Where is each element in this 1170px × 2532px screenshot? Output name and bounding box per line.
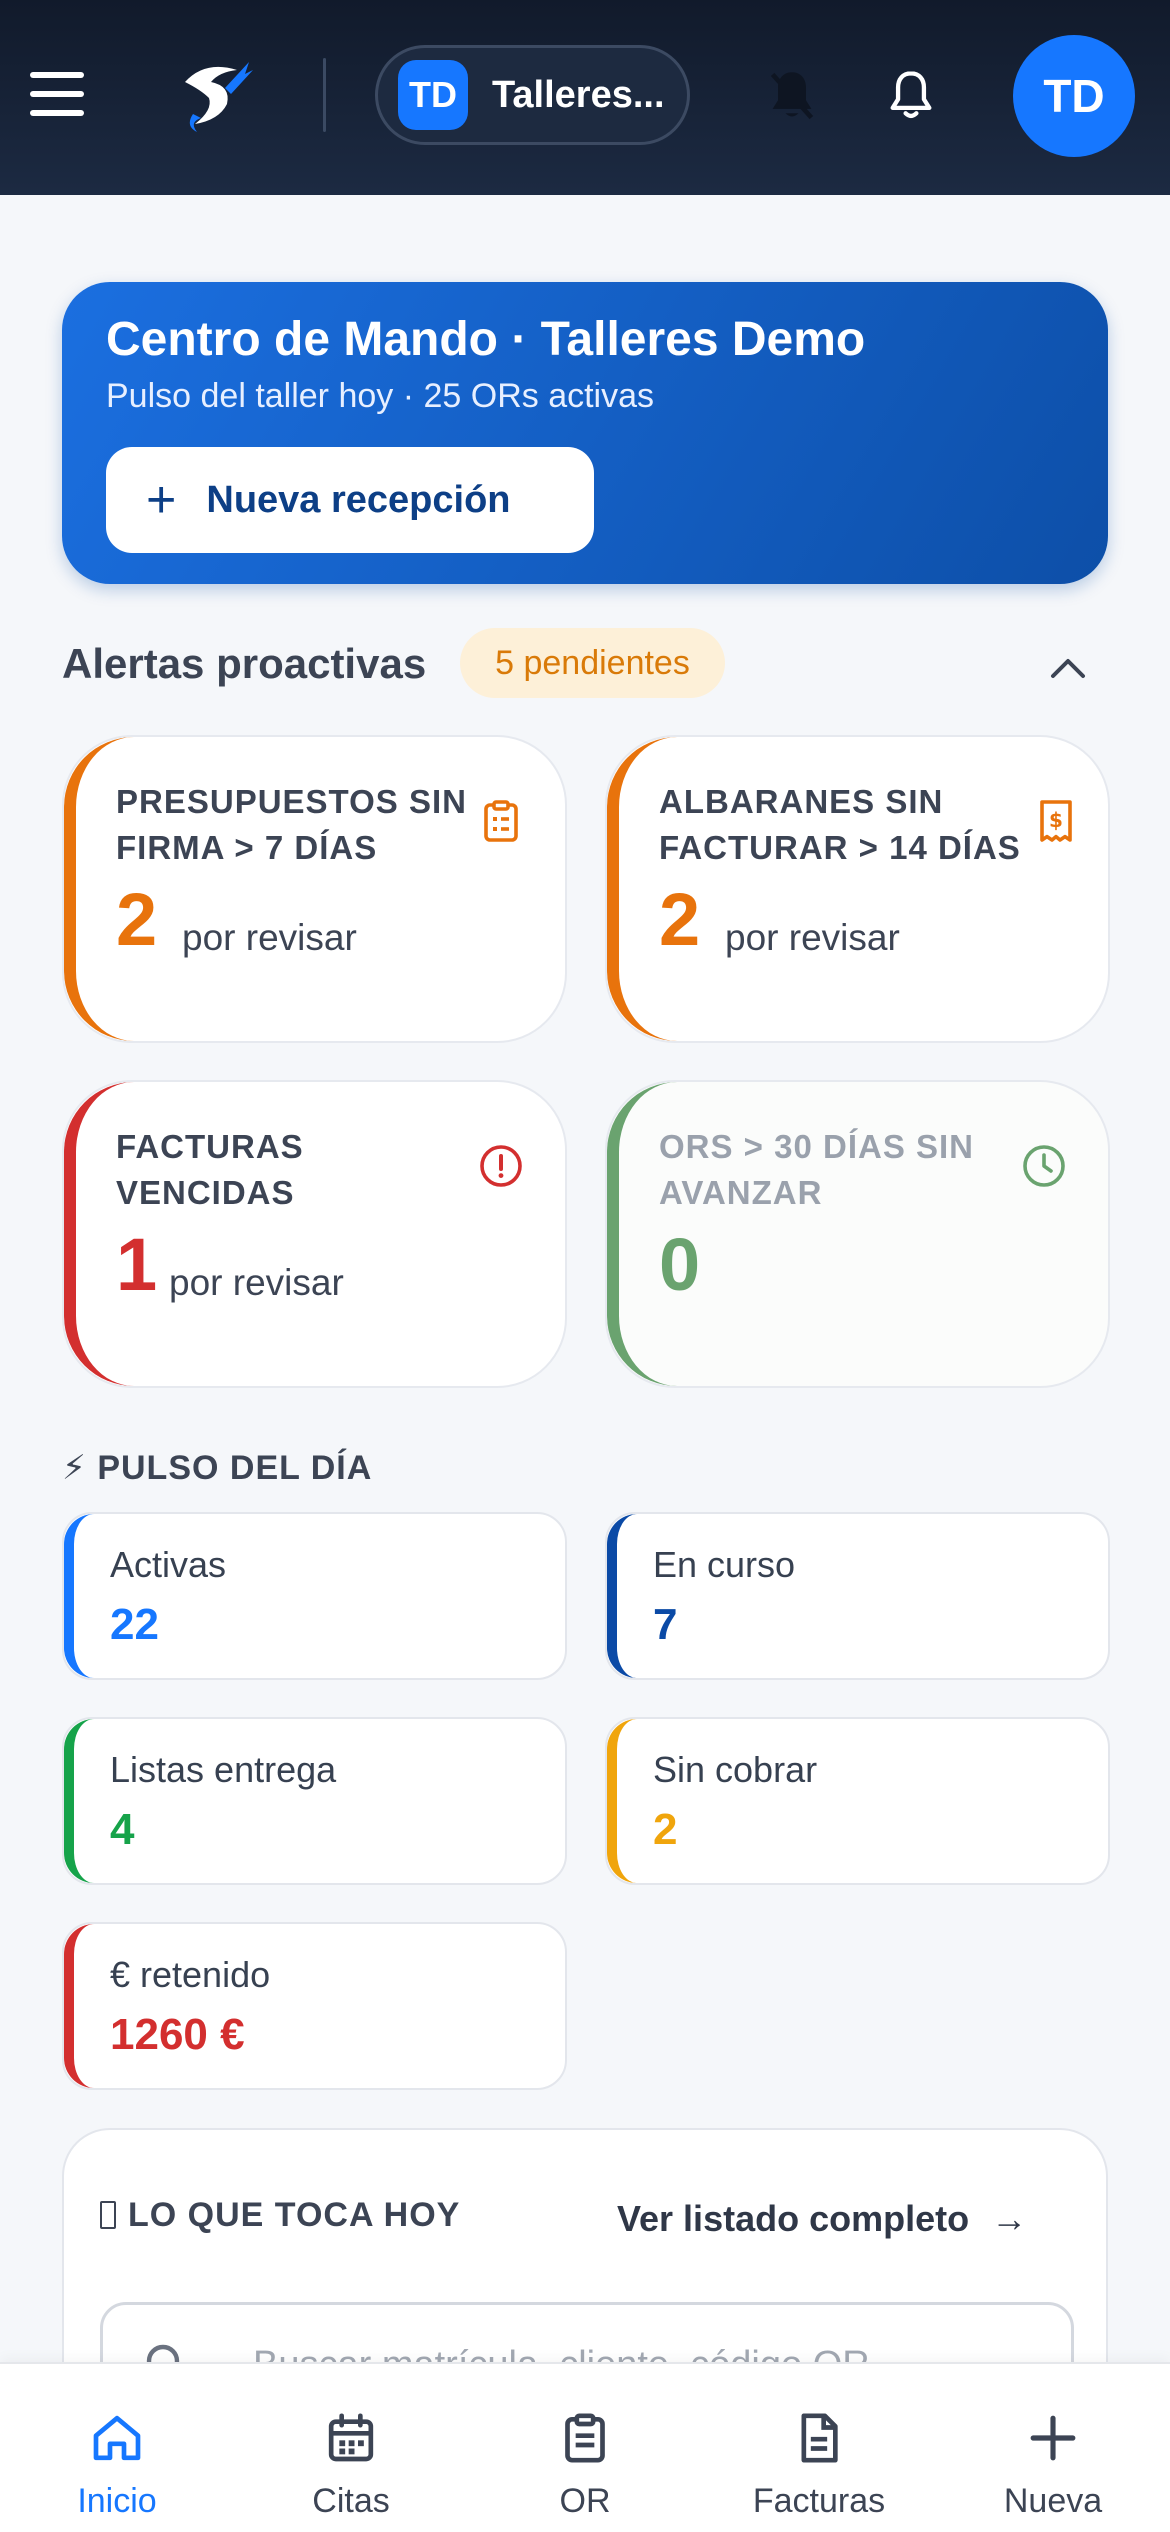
alert-card-stalled-ors[interactable]: ORS > 30 DÍAS SIN AVANZAR 0 <box>605 1080 1110 1388</box>
user-avatar[interactable]: TD <box>1013 35 1135 157</box>
alert-title: FACTURAS VENCIDAS <box>116 1128 304 1211</box>
nav-label: Facturas <box>752 2482 886 2520</box>
alerts-pending-badge: 5 pendientes <box>460 628 725 698</box>
pulse-value: 7 <box>653 1600 678 1649</box>
pulse-label: € retenido <box>110 1954 271 1995</box>
pulse-card-retained[interactable]: € retenido 1260 € <box>62 1922 567 2090</box>
workspace-name: Talleres... <box>492 73 665 116</box>
workspace-badge: TD <box>398 60 468 130</box>
alert-count: 1 <box>116 1223 158 1306</box>
pulse-card-in-progress[interactable]: En curso 7 <box>605 1512 1110 1680</box>
view-full-list-label: Ver listado completo <box>617 2198 970 2239</box>
brand-logo[interactable] <box>175 52 255 136</box>
plus-icon <box>1030 2415 1076 2461</box>
chevron-up-icon[interactable] <box>1045 650 1091 684</box>
bottom-navigation: Inicio Citas OR Facturas Nueva <box>0 2362 1170 2532</box>
pulse-value: 1260 € <box>110 2010 245 2059</box>
svg-text:$: $ <box>1049 808 1063 832</box>
alert-subtext: por revisar <box>182 917 357 958</box>
hero-title: Centro de Mando · Talleres Demo <box>106 313 866 366</box>
header-divider <box>323 58 326 132</box>
arrow-right-icon: → <box>991 2198 1028 2239</box>
alert-subtext: por revisar <box>169 1262 344 1303</box>
checkbox-glyph-icon <box>100 2201 116 2229</box>
workspace-selector[interactable]: TD Talleres... <box>375 45 690 145</box>
pulse-card-active[interactable]: Activas 22 <box>62 1512 567 1680</box>
pulse-card-ready-delivery[interactable]: Listas entrega 4 <box>62 1717 567 1885</box>
clock-icon <box>1023 1145 1065 1187</box>
nav-label: Citas <box>312 2482 390 2520</box>
pulse-value: 4 <box>110 1805 135 1854</box>
pulse-accent <box>64 1514 94 1678</box>
clipboard-icon <box>565 2413 605 2463</box>
today-title: LO QUE TOCA HOY <box>100 2196 460 2235</box>
pulse-section-title: ⚡ PULSO DEL DÍA <box>62 1449 373 1487</box>
pulse-accent <box>607 1514 637 1678</box>
document-icon <box>801 2413 838 2463</box>
today-title-text: LO QUE TOCA HOY <box>128 2196 461 2234</box>
pulse-value: 22 <box>110 1600 159 1649</box>
nav-item-new[interactable]: Nueva <box>936 2364 1170 2532</box>
receipt-icon: $ <box>1040 800 1072 842</box>
nav-item-home[interactable]: Inicio <box>0 2364 234 2532</box>
nav-label: OR <box>559 2482 611 2520</box>
pulse-label: Listas entrega <box>110 1749 337 1790</box>
alert-count: 0 <box>659 1223 701 1306</box>
nav-label: Nueva <box>1003 2482 1103 2520</box>
alert-title: ALBARANES SIN FACTURAR > 14 DÍAS <box>659 783 1021 866</box>
alert-circle-icon <box>480 1145 522 1187</box>
pulse-accent <box>607 1719 637 1883</box>
new-reception-label: Nueva recepción <box>206 478 511 521</box>
nav-item-appointments[interactable]: Citas <box>234 2364 468 2532</box>
pulse-accent <box>64 1924 94 2088</box>
top-bar: TD Talleres... TD <box>0 0 1170 195</box>
new-reception-button[interactable]: + Nueva recepción <box>106 447 594 553</box>
view-full-list-link[interactable]: Ver listado completo → <box>617 2198 1027 2240</box>
nav-item-work-orders[interactable]: OR <box>468 2364 702 2532</box>
bell-off-icon[interactable] <box>766 68 818 124</box>
alert-card-overdue-invoices[interactable]: FACTURAS VENCIDAS 1 por revisar <box>62 1080 567 1388</box>
plus-icon: + <box>146 471 177 529</box>
alert-card-uninvoiced-delivery-notes[interactable]: ALBARANES SIN FACTURAR > 14 DÍAS 2 por r… <box>605 735 1110 1043</box>
alert-subtext: por revisar <box>725 917 900 958</box>
alerts-title: Alertas proactivas <box>62 640 427 687</box>
pulse-label: Sin cobrar <box>653 1749 818 1790</box>
alert-count: 2 <box>659 878 701 961</box>
pulse-label: En curso <box>653 1544 796 1585</box>
hero-subtitle: Pulso del taller hoy · 25 ORs activas <box>106 377 655 415</box>
alert-card-unsigned-quotes[interactable]: PRESUPUESTOS SIN FIRMA > 7 DÍAS 2 por re… <box>62 735 567 1043</box>
nav-label: Inicio <box>77 2482 157 2520</box>
pulse-accent <box>64 1719 94 1883</box>
alert-count: 2 <box>116 878 158 961</box>
alert-title: ORS > 30 DÍAS SIN AVANZAR <box>659 1128 975 1211</box>
alert-title: PRESUPUESTOS SIN FIRMA > 7 DÍAS <box>116 783 467 866</box>
pulse-label: Activas <box>110 1544 227 1585</box>
pulse-card-unpaid[interactable]: Sin cobrar 2 <box>605 1717 1110 1885</box>
calendar-icon <box>328 2413 374 2462</box>
nav-item-invoices[interactable]: Facturas <box>702 2364 936 2532</box>
clipboard-icon <box>484 800 518 842</box>
home-icon <box>93 2415 141 2461</box>
bell-icon[interactable] <box>885 68 937 124</box>
command-center-hero: Centro de Mando · Talleres Demo Pulso de… <box>62 282 1108 584</box>
menu-icon[interactable] <box>30 72 84 118</box>
pulse-value: 2 <box>653 1805 678 1854</box>
